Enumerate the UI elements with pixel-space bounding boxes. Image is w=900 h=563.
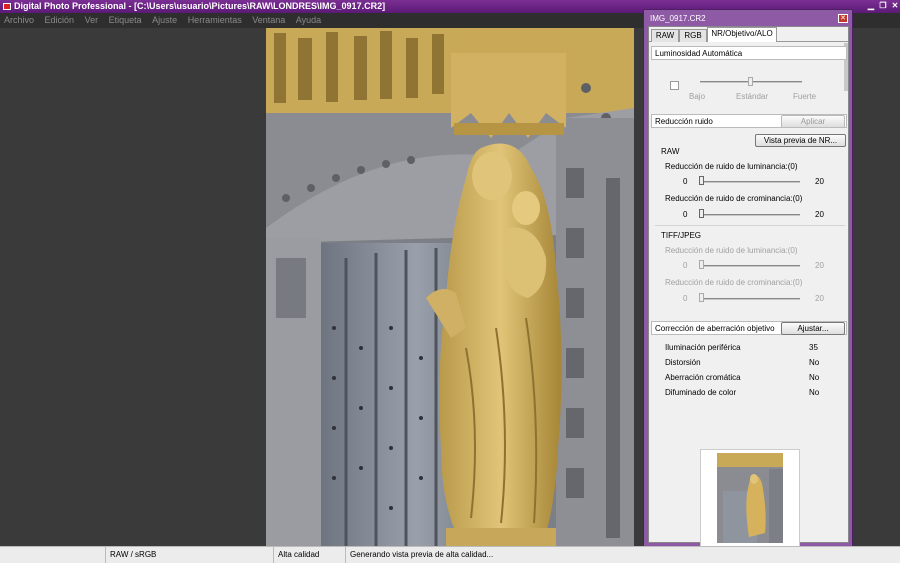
raw-luminance-label: Reducción de ruido de luminancia:(0)	[665, 162, 798, 171]
raw-chroma-label: Reducción de ruido de crominancia:(0)	[665, 194, 803, 203]
auto-lighting-std-label: Estándar	[736, 92, 769, 101]
raw-chroma-min: 0	[683, 210, 688, 219]
restore-icon[interactable]: ❐	[878, 1, 888, 11]
raw-luminance-slider-thumb[interactable]	[699, 176, 704, 185]
menu-edicion[interactable]: Edición	[41, 13, 79, 28]
close-icon[interactable]: ✕	[890, 1, 900, 11]
lens-row-name: Distorsión	[665, 358, 701, 367]
status-bar: RAW / sRGB Alta calidad Generando vista …	[0, 546, 900, 563]
auto-lighting-heading: Luminosidad Automática	[651, 46, 847, 60]
tiff-luminance-max: 20	[815, 261, 824, 270]
tiff-luminance-label: Reducción de ruido de luminancia:(0)	[665, 246, 798, 255]
menu-etiqueta[interactable]: Etiqueta	[105, 13, 146, 28]
status-quality: Alta calidad	[273, 547, 345, 563]
tab-raw[interactable]: RAW	[651, 29, 679, 42]
palette-body: RAW RGB NR/Objetivo/ALO Luminosidad Auto…	[648, 26, 849, 547]
tiff-chroma-slider-track	[700, 298, 800, 300]
lens-row-value: 35	[809, 343, 818, 352]
dpp-app-icon	[3, 3, 11, 10]
raw-chroma-max: 20	[815, 210, 824, 219]
lens-row-name: Difuminado de color	[665, 388, 737, 397]
palette-title-bar[interactable]: IMG_0917.CR2 ✕	[647, 13, 849, 25]
lens-row-value: No	[809, 373, 820, 382]
minimize-icon[interactable]: ▁	[866, 1, 876, 11]
lens-thumbnail-frame	[700, 449, 800, 547]
status-message: Generando vista previa de alta calidad..…	[345, 547, 900, 563]
auto-lighting-slider-thumb[interactable]	[748, 77, 753, 86]
tab-nr-lens-alo[interactable]: NR/Objetivo/ALO	[707, 27, 777, 42]
lens-row-name: Iluminación periférica	[665, 343, 741, 352]
lens-thumbnail-image	[717, 453, 783, 543]
raw-luminance-slider-track[interactable]	[700, 181, 800, 183]
raw-luminance-min: 0	[683, 177, 688, 186]
tiff-luminance-slider-track	[700, 265, 800, 267]
menu-archivo[interactable]: Archivo	[0, 13, 38, 28]
menu-ajuste[interactable]: Ajuste	[148, 13, 181, 28]
raw-luminance-max: 20	[815, 177, 824, 186]
lens-row-value: No	[809, 388, 820, 397]
tiff-chroma-max: 20	[815, 294, 824, 303]
nr-preview-button[interactable]: Vista previa de NR...	[755, 134, 846, 147]
tiff-chroma-slider-thumb	[699, 293, 704, 302]
menu-ayuda[interactable]: Ayuda	[292, 13, 325, 28]
tiff-luminance-slider-thumb	[699, 260, 704, 269]
photo-preview[interactable]	[266, 28, 634, 546]
lens-row-name: Aberración cromática	[665, 373, 741, 382]
tiff-chroma-min: 0	[683, 294, 688, 303]
window-title: Digital Photo Professional - [C:\Users\u…	[14, 1, 386, 11]
tiff-group-label: TIFF/JPEG	[661, 231, 701, 240]
apply-button[interactable]: Aplicar	[781, 115, 845, 128]
tool-palette-window: IMG_0917.CR2 ✕ RAW RGB NR/Objetivo/ALO L…	[643, 9, 853, 547]
menu-herramientas[interactable]: Herramientas	[184, 13, 246, 28]
palette-close-button[interactable]: ✕	[838, 14, 848, 23]
raw-chroma-slider-thumb[interactable]	[699, 209, 704, 218]
tiff-luminance-min: 0	[683, 261, 688, 270]
menu-ventana[interactable]: Ventana	[248, 13, 289, 28]
auto-lighting-strong-label: Fuerte	[793, 92, 817, 101]
raw-chroma-slider-track[interactable]	[700, 214, 800, 216]
status-color-space: RAW / sRGB	[105, 547, 273, 563]
menu-ver[interactable]: Ver	[81, 13, 103, 28]
raw-group-label: RAW	[661, 147, 680, 156]
auto-lighting-checkbox[interactable]	[670, 81, 679, 90]
tab-rgb[interactable]: RGB	[679, 29, 707, 42]
tiff-chroma-label: Reducción de ruido de crominancia:(0)	[665, 278, 803, 287]
palette-title: IMG_0917.CR2	[650, 14, 706, 23]
statue-photo-image	[266, 28, 634, 546]
auto-lighting-low-label: Bajo	[689, 92, 706, 101]
nr-divider	[655, 225, 845, 226]
adjust-button[interactable]: Ajustar...	[781, 322, 845, 335]
palette-tabs: RAW RGB NR/Objetivo/ALO	[649, 27, 848, 42]
lens-row-value: No	[809, 358, 820, 367]
status-empty-cell	[0, 547, 105, 563]
